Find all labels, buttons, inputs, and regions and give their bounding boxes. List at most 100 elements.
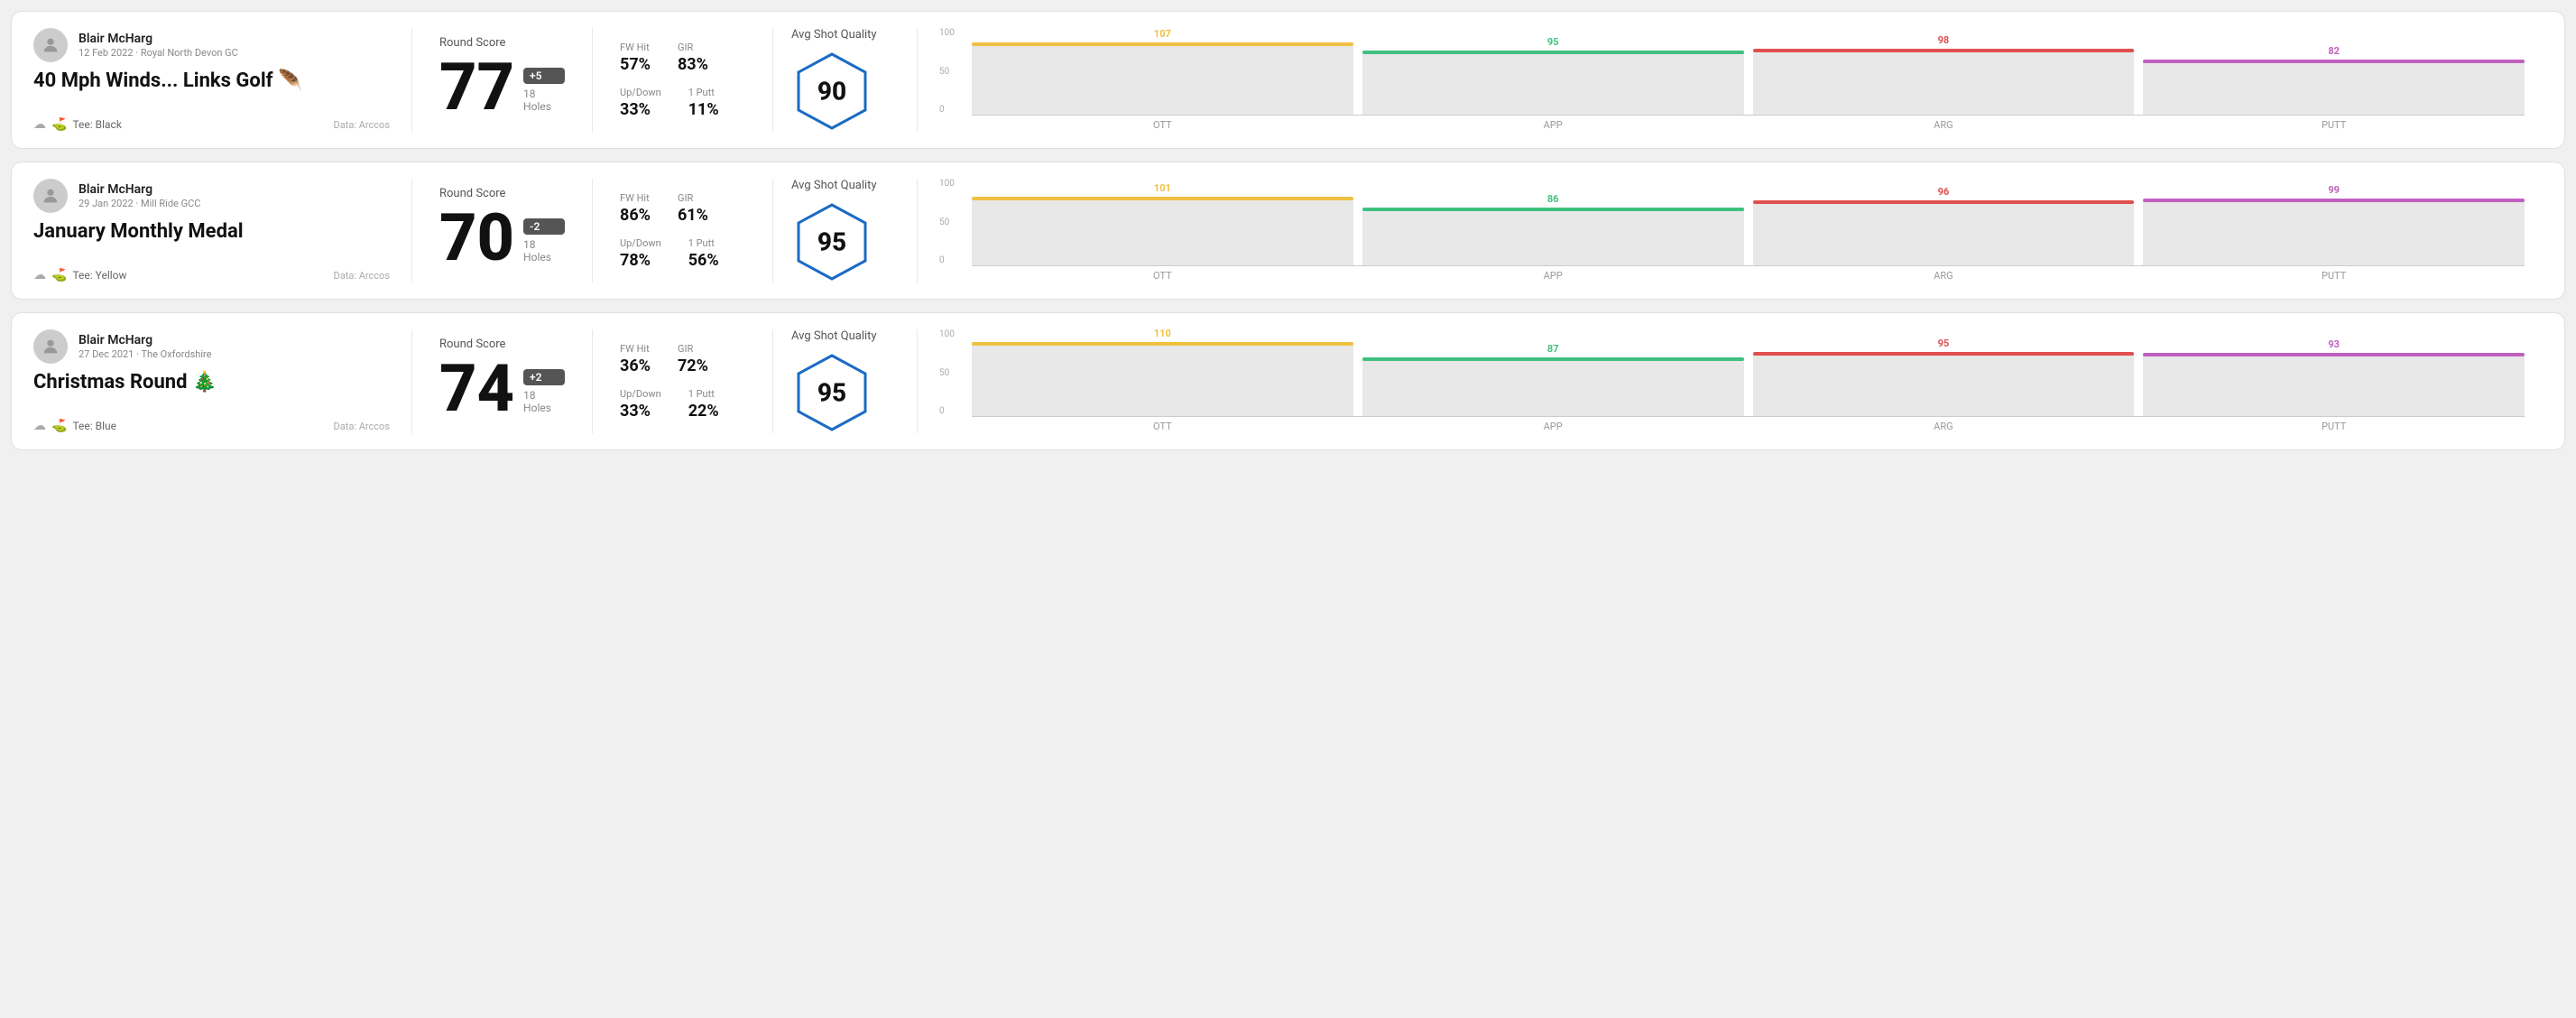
stat-updown: Up/Down 33% [620, 87, 661, 119]
bar-column: 99 [2143, 184, 2525, 265]
tee-info: ☁ ⛳ Tee: Black [33, 117, 122, 132]
score-number: 77 [439, 55, 514, 120]
user-name: Blair McHarg [78, 32, 238, 46]
score-main: 77 +5 18 Holes [439, 55, 565, 120]
stats-row-top: FW Hit 86% GIR 61% [620, 192, 745, 225]
hexagon-wrap: 95 [791, 352, 873, 433]
updown-label: Up/Down [620, 388, 661, 400]
hexagon-score: 90 [817, 77, 846, 106]
stat-oneputt: 1 Putt 56% [688, 237, 719, 270]
tee-info: ☁ ⛳ Tee: Blue [33, 419, 116, 433]
round-title: 40 Mph Winds... Links Golf 🪶 [33, 69, 390, 92]
updown-value: 33% [620, 402, 661, 421]
gir-value: 83% [678, 55, 708, 74]
weather-icon: ☁ [33, 117, 46, 132]
user-info: Blair McHarg 12 Feb 2022 · Royal North D… [78, 32, 238, 59]
round-card: Blair McHarg 27 Dec 2021 · The Oxfordshi… [11, 312, 2565, 450]
user-info: Blair McHarg 29 Jan 2022 · Mill Ride GCC [78, 182, 200, 209]
card-footer: ☁ ⛳ Tee: Blue Data: Arccos [33, 419, 390, 433]
fw-hit-value: 57% [620, 55, 651, 74]
oneputt-value: 56% [688, 251, 719, 270]
stat-gir: GIR 72% [678, 343, 708, 375]
user-row: Blair McHarg 29 Jan 2022 · Mill Ride GCC [33, 179, 390, 213]
card-chart: 100 50 0 101 86 96 [918, 179, 2543, 282]
updown-label: Up/Down [620, 87, 661, 98]
card-left: Blair McHarg 12 Feb 2022 · Royal North D… [33, 28, 412, 132]
score-badge-area: +5 18 Holes [523, 68, 565, 120]
updown-label: Up/Down [620, 237, 661, 249]
score-badge: +2 [523, 369, 565, 385]
hexagon-wrap: 95 [791, 201, 873, 282]
oneputt-label: 1 Putt [688, 87, 719, 98]
stat-fw-hit: FW Hit 57% [620, 42, 651, 74]
bar-column: 96 [1753, 186, 2135, 265]
gir-value: 61% [678, 206, 708, 225]
user-date: 27 Dec 2021 · The Oxfordshire [78, 348, 211, 360]
bar-column: 87 [1362, 343, 1744, 416]
score-label: Round Score [439, 187, 565, 200]
score-holes: 18 Holes [523, 389, 565, 414]
gir-value: 72% [678, 356, 708, 375]
oneputt-value: 11% [688, 100, 719, 119]
avatar [33, 329, 68, 364]
data-source: Data: Arccos [334, 421, 390, 432]
score-badge-area: -2 18 Holes [523, 218, 565, 271]
card-quality: Avg Shot Quality 95 [773, 179, 918, 282]
user-date: 29 Jan 2022 · Mill Ride GCC [78, 198, 200, 209]
user-name: Blair McHarg [78, 182, 200, 197]
card-stats: FW Hit 86% GIR 61% Up/Down 78% 1 Putt 56… [593, 179, 773, 282]
updown-value: 78% [620, 251, 661, 270]
round-title: January Monthly Medal [33, 220, 390, 243]
fw-hit-label: FW Hit [620, 192, 651, 204]
card-stats: FW Hit 36% GIR 72% Up/Down 33% 1 Putt 22… [593, 329, 773, 433]
card-score: Round Score 70 -2 18 Holes [412, 179, 593, 282]
card-score: Round Score 74 +2 18 Holes [412, 329, 593, 433]
hexagon: 95 [791, 352, 873, 433]
hexagon-score: 95 [817, 227, 846, 257]
avatar [33, 28, 68, 62]
stats-row-bottom: Up/Down 78% 1 Putt 56% [620, 237, 745, 270]
score-number: 74 [439, 356, 514, 421]
card-score: Round Score 77 +5 18 Holes [412, 28, 593, 132]
weather-icon: ☁ [33, 419, 46, 433]
round-card: Blair McHarg 12 Feb 2022 · Royal North D… [11, 11, 2565, 149]
user-row: Blair McHarg 12 Feb 2022 · Royal North D… [33, 28, 390, 62]
round-title: Christmas Round 🎄 [33, 371, 390, 393]
avatar [33, 179, 68, 213]
score-label: Round Score [439, 36, 565, 50]
score-badge: +5 [523, 68, 565, 84]
stats-row-bottom: Up/Down 33% 1 Putt 11% [620, 87, 745, 119]
fw-hit-value: 36% [620, 356, 651, 375]
oneputt-value: 22% [688, 402, 719, 421]
user-row: Blair McHarg 27 Dec 2021 · The Oxfordshi… [33, 329, 390, 364]
user-date: 12 Feb 2022 · Royal North Devon GC [78, 47, 238, 59]
score-holes: 18 Holes [523, 88, 565, 113]
bar-column: 93 [2143, 338, 2525, 416]
tee-icon: ⛳ [51, 268, 67, 282]
card-left: Blair McHarg 27 Dec 2021 · The Oxfordshi… [33, 329, 412, 433]
data-source: Data: Arccos [334, 119, 390, 131]
bar-column: 110 [972, 328, 1353, 417]
score-number: 70 [439, 206, 514, 271]
stat-updown: Up/Down 33% [620, 388, 661, 421]
card-left: Blair McHarg 29 Jan 2022 · Mill Ride GCC… [33, 179, 412, 282]
user-name: Blair McHarg [78, 333, 211, 347]
bar-column: 95 [1362, 36, 1744, 115]
quality-label: Avg Shot Quality [791, 329, 877, 343]
oneputt-label: 1 Putt [688, 388, 719, 400]
card-footer: ☁ ⛳ Tee: Black Data: Arccos [33, 117, 390, 132]
score-label: Round Score [439, 338, 565, 351]
weather-icon: ☁ [33, 268, 46, 282]
fw-hit-label: FW Hit [620, 343, 651, 355]
tee-label: Tee: Black [72, 118, 121, 131]
card-quality: Avg Shot Quality 90 [773, 28, 918, 132]
card-chart: 100 50 0 107 95 98 [918, 28, 2543, 132]
hexagon-wrap: 90 [791, 51, 873, 132]
bar-column: 107 [972, 28, 1353, 115]
score-badge-area: +2 18 Holes [523, 369, 565, 421]
stats-row-top: FW Hit 36% GIR 72% [620, 343, 745, 375]
tee-icon: ⛳ [51, 117, 67, 132]
hexagon: 90 [791, 51, 873, 132]
score-main: 74 +2 18 Holes [439, 356, 565, 421]
stat-oneputt: 1 Putt 22% [688, 388, 719, 421]
